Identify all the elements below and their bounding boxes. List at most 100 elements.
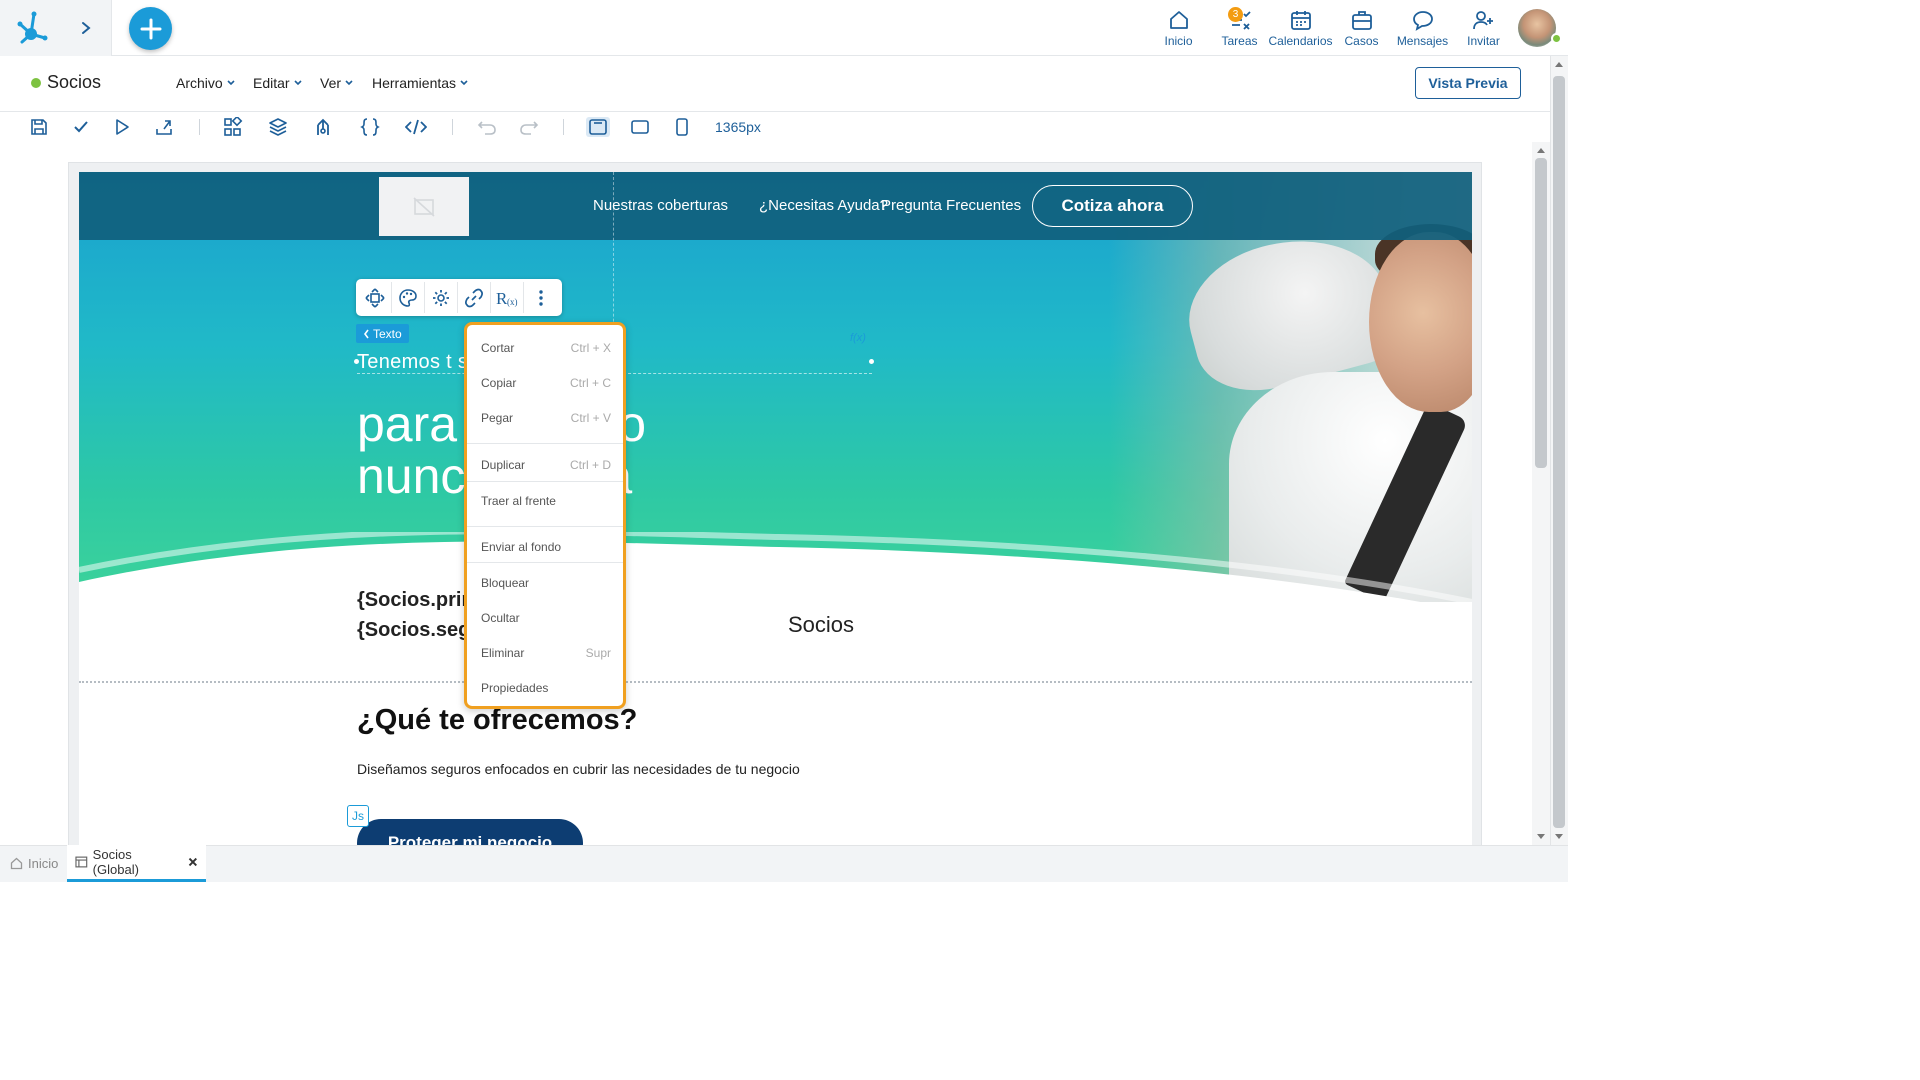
ctx-delete[interactable]: Eliminar Supr <box>481 646 611 660</box>
expand-sidebar-icon[interactable] <box>76 17 96 39</box>
tab-socios-global[interactable]: Socios (Global) <box>67 845 206 882</box>
settings-button[interactable] <box>425 282 458 313</box>
avatar[interactable] <box>1518 9 1556 47</box>
tab-socios-global-label: Socios (Global) <box>92 847 139 877</box>
code-icon <box>405 119 427 135</box>
ctx-divider <box>467 481 623 482</box>
redo-button[interactable] <box>518 117 540 137</box>
toolbar-divider <box>563 119 564 135</box>
desktop-icon <box>589 119 607 135</box>
page-scrollbar-thumb[interactable] <box>1553 76 1565 828</box>
ctx-bring-front[interactable]: Traer al frente <box>481 494 611 508</box>
menu-editar-label: Editar <box>253 75 290 91</box>
save-button[interactable] <box>28 117 50 137</box>
site-nav-ayuda[interactable]: ¿Necesitas Ayuda? <box>759 197 888 214</box>
document-status-dot <box>31 78 41 88</box>
ctx-cut[interactable]: Cortar Ctrl + X <box>481 341 611 355</box>
socios-label[interactable]: Socios <box>788 612 854 638</box>
page-preview: Nuestras coberturas ¿Necesitas Ayuda? Pr… <box>79 172 1472 845</box>
ctx-copy-shortcut: Ctrl + C <box>569 376 611 390</box>
ctx-delete-label: Eliminar <box>481 646 525 660</box>
desktop-view-button[interactable] <box>586 117 610 137</box>
online-status-dot <box>1551 33 1562 44</box>
style-button[interactable] <box>392 282 425 313</box>
site-logo-placeholder[interactable] <box>379 177 469 236</box>
scroll-up-arrow[interactable] <box>1555 62 1563 67</box>
nav-casos[interactable]: Casos <box>1331 0 1392 56</box>
ctx-hide[interactable]: Ocultar <box>481 611 611 625</box>
components-button[interactable] <box>222 117 244 137</box>
nav-casos-label: Casos <box>1344 34 1379 48</box>
ctx-duplicate[interactable]: Duplicar Ctrl + D <box>481 458 611 472</box>
scroll-up-arrow[interactable] <box>1537 148 1545 153</box>
ctx-hide-label: Ocultar <box>481 611 520 625</box>
ctx-properties[interactable]: Propiedades <box>481 681 611 695</box>
palette-icon <box>399 288 417 307</box>
element-type-chip[interactable]: Texto <box>356 324 409 343</box>
quote-button[interactable]: Cotiza ahora <box>1032 185 1193 227</box>
move-button[interactable] <box>359 282 392 313</box>
nav-inicio-label: Inicio <box>1164 34 1193 48</box>
nav-invitar[interactable]: Invitar <box>1453 0 1514 56</box>
hero-wave <box>79 532 1472 622</box>
preview-button[interactable]: Vista Previa <box>1415 67 1521 99</box>
variables-button[interactable] <box>359 117 381 137</box>
ctx-send-back[interactable]: Enviar al fondo <box>481 540 611 554</box>
function-tag: f(x) <box>850 332 866 344</box>
menu-archivo[interactable]: Archivo <box>176 75 236 91</box>
more-options-button[interactable] <box>524 282 557 313</box>
code-button[interactable] <box>405 117 427 137</box>
binding-field-1[interactable]: {Socios.prir <box>357 589 469 612</box>
publish-button[interactable] <box>153 117 175 137</box>
site-nav-faq[interactable]: Pregunta Frecuentes <box>881 197 1021 214</box>
ctx-properties-label: Propiedades <box>481 681 549 695</box>
menu-ver[interactable]: Ver <box>320 75 354 91</box>
nav-calendarios[interactable]: Calendarios <box>1268 0 1333 56</box>
tab-inicio[interactable]: Inicio <box>2 845 66 882</box>
components-icon <box>224 117 243 136</box>
home-icon <box>1169 11 1188 29</box>
canvas-scrollbar-thumb[interactable] <box>1535 158 1547 468</box>
close-icon[interactable] <box>188 857 198 867</box>
mobile-view-button[interactable] <box>671 117 693 137</box>
data-sources-button[interactable] <box>312 117 334 137</box>
ctx-paste-label: Pegar <box>481 411 514 425</box>
ctx-lock[interactable]: Bloquear <box>481 576 611 590</box>
site-nav-coberturas[interactable]: Nuestras coberturas <box>593 197 728 214</box>
tablet-view-button[interactable] <box>629 117 651 137</box>
menu-herramientas[interactable]: Herramientas <box>372 75 469 91</box>
formula-icon: R (x) <box>496 289 518 308</box>
ctx-paste-shortcut: Ctrl + V <box>570 411 611 425</box>
scroll-down-arrow[interactable] <box>1537 834 1545 839</box>
menu-editar[interactable]: Editar <box>253 75 303 91</box>
svg-text:(x): (x) <box>507 297 518 307</box>
validate-button[interactable] <box>70 117 92 137</box>
layers-button[interactable] <box>267 117 289 137</box>
nav-tareas[interactable]: 3 Tareas <box>1209 0 1270 56</box>
js-event-tag[interactable]: Js <box>347 805 369 827</box>
undo-button[interactable] <box>476 117 498 137</box>
ctx-copy[interactable]: Copiar Ctrl + C <box>481 376 611 390</box>
menu-ver-label: Ver <box>320 75 342 91</box>
offer-text[interactable]: Diseñamos seguros enfocados en cubrir la… <box>357 761 800 777</box>
expression-button[interactable]: R (x) <box>491 282 524 313</box>
scroll-down-arrow[interactable] <box>1555 834 1563 839</box>
binding-field-2[interactable]: {Socios.seg <box>357 619 470 642</box>
toolbar-divider <box>452 119 453 135</box>
top-bar: Inicio 3 Tareas Calendarios Casos Mensaj… <box>0 0 1568 56</box>
nav-mensajes-label: Mensajes <box>1396 34 1449 48</box>
new-item-button[interactable] <box>129 7 172 50</box>
nav-mensajes[interactable]: Mensajes <box>1392 0 1453 56</box>
data-sources-icon <box>317 118 329 135</box>
protect-business-button[interactable]: Proteger mi negocio <box>357 819 583 845</box>
app-logo-icon[interactable] <box>14 10 50 44</box>
ctx-send-back-label: Enviar al fondo <box>481 540 562 554</box>
link-button[interactable] <box>458 282 491 313</box>
run-button[interactable] <box>111 117 133 137</box>
ctx-divider <box>467 443 623 444</box>
ctx-paste[interactable]: Pegar Ctrl + V <box>481 411 611 425</box>
bottom-tab-bar <box>0 845 1568 882</box>
chevron-down-icon <box>345 80 353 86</box>
selection-handle[interactable] <box>869 359 874 364</box>
nav-inicio[interactable]: Inicio <box>1148 0 1209 56</box>
